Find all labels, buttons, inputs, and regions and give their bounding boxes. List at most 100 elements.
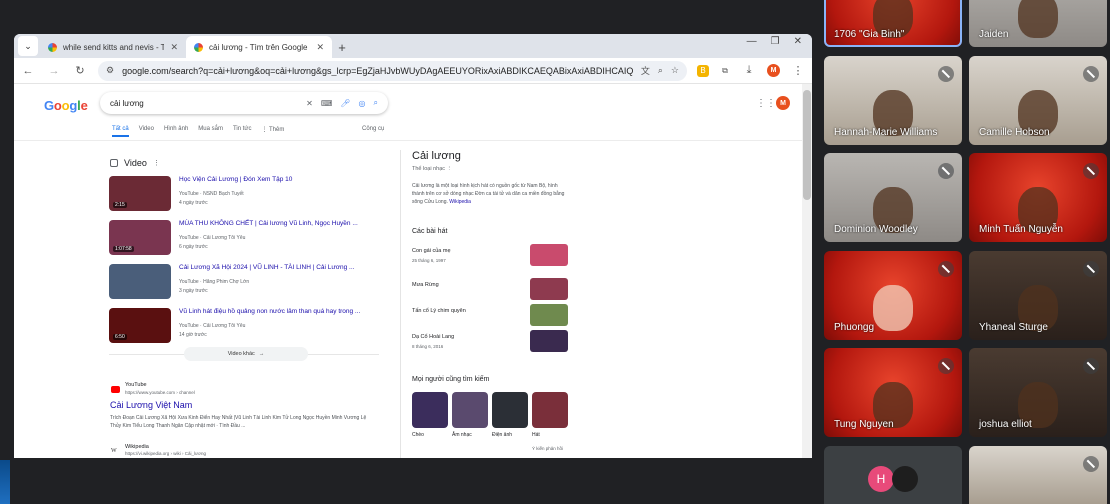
google-logo[interactable]: Google [44,98,88,113]
youtube-icon [111,386,120,393]
video-title[interactable]: Vũ Linh hát điệu hồ quảng non nước lâm t… [179,308,360,315]
microphone-icon[interactable]: 🎤︎ [340,99,350,108]
new-tab-button[interactable]: + [332,36,352,58]
related-item[interactable]: Âm nhạc [452,392,488,438]
translate-icon[interactable]: 文 [641,64,650,77]
scrollbar[interactable] [802,84,812,458]
video-thumbnail[interactable]: 2:15 [109,176,171,211]
tab-all[interactable]: Tất cả [112,126,129,137]
song-thumbnail [530,304,568,326]
forward-icon[interactable]: → [46,65,62,77]
extension-b-icon[interactable]: B [697,64,709,77]
participant-name: Dominion Woodley [834,224,918,235]
search-icon[interactable]: ⌕ [374,98,378,108]
tab-title: while send kitts and nevis - Tìm [63,42,165,52]
video-duration: 6:50 [113,334,127,340]
tab-news[interactable]: Tin tức [233,126,251,137]
video-result[interactable]: 1:07:58 MÙA THU KHÔNG CHẾT | Cải lương V… [109,220,358,255]
minimize-icon[interactable]: — [747,36,757,47]
participant-tile[interactable]: Camille Hobson [969,56,1107,145]
feedback-link[interactable]: Ý kiến phản hồi [532,446,563,451]
video-thumbnail[interactable]: 6:50 [109,308,171,343]
zoom-icon[interactable]: ⌕ [658,65,663,76]
participant-tile[interactable] [969,446,1107,504]
restore-icon[interactable]: ❐ [771,36,780,47]
participant-tile[interactable]: Jaiden [969,0,1107,47]
video-result[interactable]: 6:50 Vũ Linh hát điệu hồ quảng non nước … [109,308,360,343]
more-options-icon[interactable]: ⋮ [153,159,160,167]
tab-close-icon[interactable]: ✕ [170,42,178,53]
song-item[interactable]: Con gái của mẹ 25 tháng 6, 1997 [412,244,568,266]
participant-tile[interactable]: Phuongg [824,251,962,340]
lens-icon[interactable]: ◎ [359,99,366,108]
related-item[interactable]: Hát [532,392,568,438]
participant-tile[interactable]: Dominion Woodley [824,153,962,242]
tab-more[interactable]: ⋮ Thêm [261,126,284,137]
more-videos-button[interactable]: Video khác → [184,347,308,361]
video-title[interactable]: MÙA THU KHÔNG CHẾT | Cải lương Vũ Linh, … [179,220,358,227]
wikipedia-link[interactable]: Wikipedia [449,199,471,205]
song-item[interactable]: Dạ Cổ Hoài Lang 8 tháng 6, 2016 [412,330,568,352]
back-icon[interactable]: ← [20,65,36,77]
muted-mic-icon [938,163,954,179]
video-result[interactable]: 2:15 Học Viện Cải Lương | Đón Xem Tập 10… [109,176,292,211]
participant-video [873,284,913,331]
participant-tile[interactable]: Hannah-Marie Williams [824,56,962,145]
apps-grid-icon[interactable]: ⋮⋮ [756,98,776,109]
participant-tile[interactable]: 1706 "Gia Binh" [824,0,962,47]
video-thumbnail[interactable]: 1:07:58 [109,220,171,255]
search-box[interactable]: cải lương ✕ ⌨ 🎤︎ ◎ ⌕ [100,92,388,114]
site-info-icon[interactable]: ⚙ [106,65,114,76]
menu-icon[interactable]: ⋮ [790,64,806,77]
account-avatar[interactable]: M [776,96,790,110]
knowledge-panel-description: Cải lương là một loại hình kịch hát có n… [412,182,568,206]
tab-1[interactable]: while send kitts and nevis - Tìm ✕ [40,36,186,58]
participant-tile[interactable]: Minh Tuấn Nguyễn [969,153,1107,242]
wikipedia-icon: W [111,448,117,454]
tab-shopping[interactable]: Mua sắm [198,126,223,137]
tools-button[interactable]: Công cụ [362,126,384,132]
participant-tile[interactable]: Tung Nguyen [824,348,962,437]
keyboard-icon[interactable]: ⌨ [321,99,333,108]
video-source: YouTube · Hãng Phim Chợ Lớn [179,279,250,285]
more-videos-label: Video khác [227,351,255,357]
tab-close-icon[interactable]: ✕ [316,42,324,53]
result-snippet: Trích Đoạn Cải Lương Xã Hội Xưa Kinh Điể… [110,415,367,429]
search-input[interactable]: cải lương [110,99,298,108]
related-item[interactable]: Chèo [412,392,448,438]
song-item[interactable]: Tấn cổ Lý chim quyên [412,304,568,326]
participant-tile[interactable]: Yhaneal Sturge [969,251,1107,340]
download-icon[interactable]: ⤓ [741,64,757,77]
google-favicon-icon [194,42,203,52]
bookmark-star-icon[interactable]: ☆ [671,65,679,76]
participant-tile[interactable]: joshua elliot [969,348,1107,437]
video-result[interactable]: Cải Lương Xã Hội 2024 | VŨ LINH - TÀI LI… [109,264,354,299]
clear-icon[interactable]: ✕ [306,99,313,108]
song-item[interactable]: Mưa Rừng [412,278,568,300]
tab-images[interactable]: Hình ảnh [164,126,188,137]
participant-tile[interactable]: H [824,446,962,504]
video-source: YouTube · NSND Bạch Tuyết [179,191,244,197]
close-window-icon[interactable]: ✕ [794,36,802,47]
video-title[interactable]: Học Viện Cải Lương | Đón Xem Tập 10 [179,176,292,183]
result-source: Wikipedia [125,444,149,450]
tab-video[interactable]: Video [139,126,154,137]
extensions-puzzle-icon[interactable]: ⧉ [719,65,731,77]
video-source: YouTube · Cải Lương Tôi Yêu [179,235,246,241]
related-item[interactable]: Điện ảnh [492,392,528,438]
url-text: google.com/search?q=cải+lương&oq=cải+lươ… [122,65,633,76]
result-source: YouTube [125,382,147,388]
related-thumbnail [492,392,528,428]
tab-search-button[interactable]: ⌄ [18,36,38,56]
video-title[interactable]: Cải Lương Xã Hội 2024 | VŨ LINH - TÀI LI… [179,264,354,271]
muted-mic-icon [938,261,954,277]
reload-icon[interactable]: ↻ [72,64,88,77]
muted-mic-icon [1083,163,1099,179]
tab-2[interactable]: cải lương - Tìm trên Google ✕ [186,36,332,58]
result-title[interactable]: Cải Lương Việt Nam [110,400,192,410]
address-bar[interactable]: ⚙ google.com/search?q=cải+lương&oq=cải+l… [98,60,687,81]
video-thumbnail[interactable] [109,264,171,299]
profile-avatar-icon[interactable]: M [767,64,780,77]
scrollbar-thumb[interactable] [803,90,811,200]
related-thumbnail [532,392,568,428]
